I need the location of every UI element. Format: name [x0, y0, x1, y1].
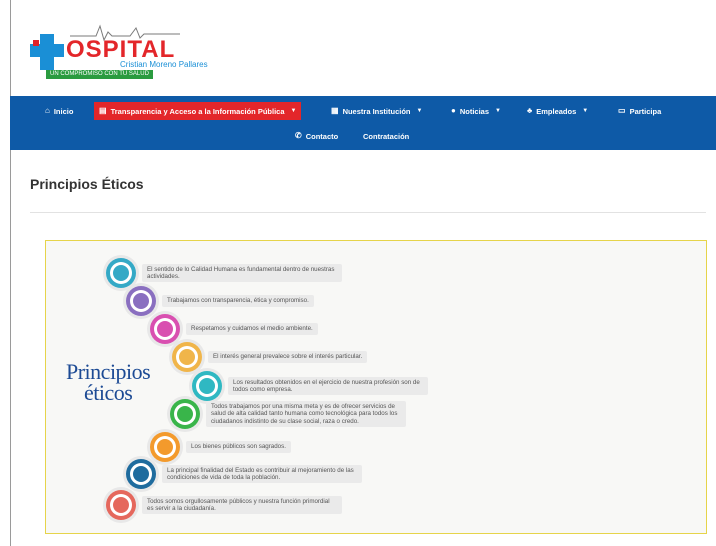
nav-label: Contacto — [305, 131, 339, 141]
chevron-down-icon: ▼ — [416, 108, 423, 114]
principle-text: Todos trabajamos por una misma meta y es… — [206, 400, 406, 428]
main-navbar: ⌂ Inicio ▤ Transparencia y Acceso a la Info… — [10, 96, 716, 150]
infographic-title: Principios éticos — [66, 359, 151, 405]
chevron-down-icon: ▼ — [582, 108, 589, 114]
nav-label: Transparencia y Acceso a la Información … — [110, 106, 285, 116]
logo-slogan: UN COMPROMISO CON TU SALUD — [46, 70, 153, 79]
principle-item: Trabajamos con transparencia, ética y co… — [126, 286, 314, 316]
phone-icon: ✆ — [295, 131, 302, 140]
principle-ring-icon — [106, 490, 136, 520]
users-icon: ♣ — [527, 106, 533, 115]
principle-text: Respetamos y cuidamos el medio ambiente. — [186, 323, 318, 335]
nav-r1-item-0[interactable]: ⌂ Inicio — [40, 102, 78, 120]
logo-subtitle: Cristian Moreno Pallares — [120, 60, 208, 69]
principle-text: La principal finalidad del Estado es con… — [162, 464, 362, 484]
principle-text: El sentido de lo Calidad Humana es funda… — [142, 263, 342, 283]
info-icon: ● — [451, 106, 456, 115]
nav-label: Inicio — [53, 106, 74, 116]
principle-item: Respetamos y cuidamos el medio ambiente. — [150, 314, 318, 344]
nav-label: Contratación — [363, 131, 410, 141]
principle-ring-icon — [150, 432, 180, 462]
nav-r1-item-2[interactable]: ▦ Nuestra Institución ▼ — [326, 102, 427, 120]
principle-ring-icon — [106, 258, 136, 288]
principle-ring-icon — [126, 459, 156, 489]
infographic-title-line1: Principios — [66, 359, 151, 384]
principle-item: El sentido de lo Calidad Humana es funda… — [106, 258, 342, 288]
principles-infographic: Principios éticos El sentido de lo Calid… — [45, 240, 707, 534]
nav-label: Nuestra Institución — [342, 106, 411, 116]
nav-r1-item-3[interactable]: ● Noticias ▼ — [446, 102, 506, 120]
principle-item: Los bienes públicos son sagrados. — [150, 432, 291, 462]
nav-r2-item-0[interactable]: ✆ Contacto — [290, 127, 343, 145]
document-icon: ▤ — [99, 106, 107, 115]
principle-item: La principal finalidad del Estado es con… — [126, 459, 362, 489]
principle-text: Todos somos orgullosamente públicos y nu… — [142, 495, 342, 515]
principle-ring-icon — [172, 342, 202, 372]
principle-item: Todos somos orgullosamente públicos y nu… — [106, 490, 342, 520]
nav-r1-item-5[interactable]: ▭ Participa — [613, 102, 666, 120]
page-left-border — [10, 0, 11, 546]
principle-text: El interés general prevalece sobre el in… — [208, 351, 368, 363]
principle-item: El interés general prevalece sobre el in… — [172, 342, 368, 372]
infographic-title-line2: éticos — [83, 380, 133, 405]
title-divider — [30, 212, 706, 213]
principle-item: Todos trabajamos por una misma meta y es… — [170, 399, 406, 429]
nav-label: Participa — [629, 106, 662, 116]
nav-r1-item-1[interactable]: ▤ Transparencia y Acceso a la Información… — [94, 102, 302, 120]
nav-label: Empleados — [536, 106, 577, 116]
nav-r2-item-1[interactable]: Contratación — [358, 127, 414, 145]
logo-wordmark: OSPITAL — [66, 36, 176, 63]
chevron-down-icon: ▼ — [290, 108, 297, 114]
card-icon: ▭ — [618, 106, 626, 115]
nav-r1-item-4[interactable]: ♣ Empleados ▼ — [522, 102, 593, 120]
hospital-logo[interactable]: OSPITAL Cristian Moreno Pallares UN COMP… — [30, 20, 208, 82]
logo-cross-accent — [33, 40, 39, 46]
principle-ring-icon — [192, 371, 222, 401]
nav-label: Noticias — [459, 106, 490, 116]
principle-item: Los resultados obtenidos en el ejercicio… — [192, 371, 428, 401]
page-title: Principios Éticos — [30, 176, 144, 192]
chevron-down-icon: ▼ — [495, 108, 501, 114]
building-icon: ▦ — [331, 106, 339, 115]
principle-text: Los bienes públicos son sagrados. — [186, 441, 291, 453]
principle-text: Trabajamos con transparencia, ética y co… — [162, 295, 314, 307]
logo-cross-vertical — [40, 34, 54, 70]
navbar-row-2: ✆ Contacto Contratación — [10, 127, 716, 145]
principle-text: Los resultados obtenidos en el ejercicio… — [228, 376, 428, 396]
home-icon: ⌂ — [45, 106, 50, 115]
principle-ring-icon — [126, 286, 156, 316]
navbar-row-1: ⌂ Inicio ▤ Transparencia y Acceso a la Info… — [10, 102, 716, 120]
principle-ring-icon — [170, 399, 200, 429]
principle-ring-icon — [150, 314, 180, 344]
